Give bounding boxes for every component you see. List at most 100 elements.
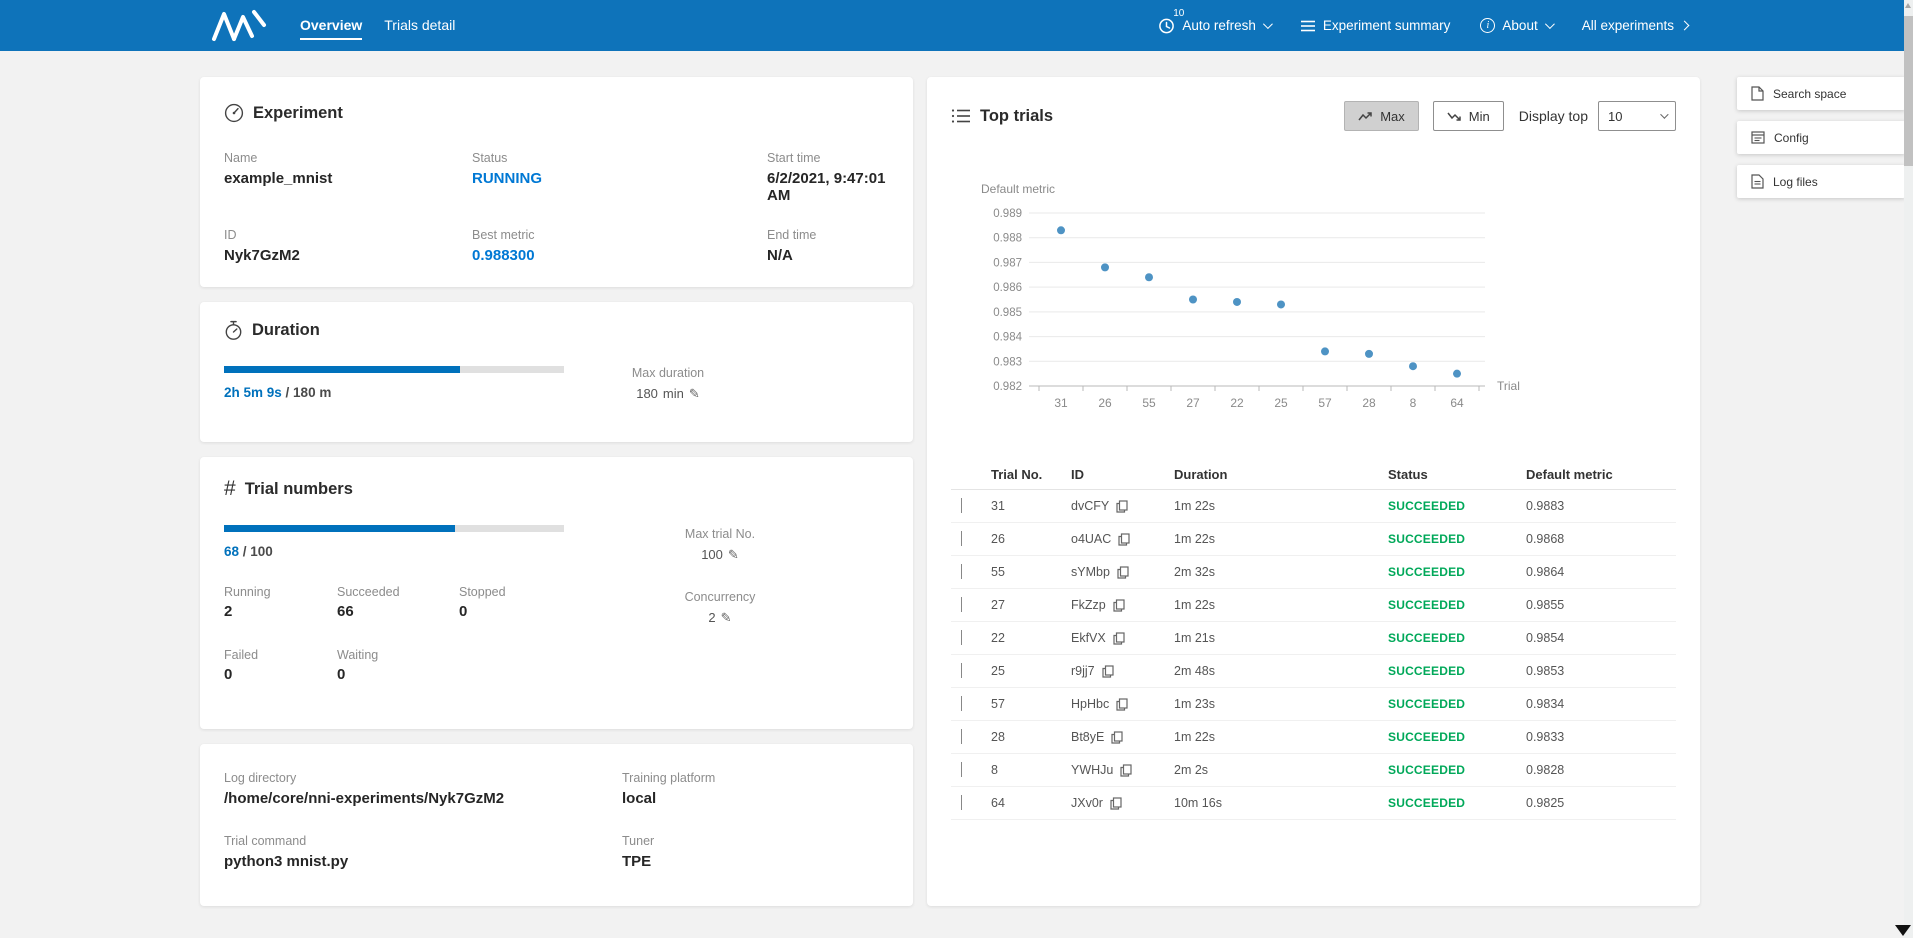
scroll-up-arrow-icon[interactable] [1905,3,1911,8]
max-trial-label: Max trial No. [672,527,768,541]
trial-id-cell: sYMbp [1071,565,1110,579]
max-toggle-button[interactable]: Max [1344,101,1419,131]
copy-icon[interactable] [1113,632,1125,645]
field-name: Name example_mnist [224,151,472,204]
copy-icon[interactable] [1111,731,1123,744]
expand-row-icon[interactable] [961,795,962,810]
metric-cell: 0.9834 [1526,697,1676,711]
about-menu[interactable]: i About [1480,18,1551,33]
experiment-panel-title: Experiment [253,104,343,123]
edit-max-trial-icon[interactable]: ✎ [728,547,739,563]
trial-no-cell: 64 [991,796,1071,810]
expand-row-icon[interactable] [961,564,962,579]
stat-succeeded: Succeeded 66 [337,585,459,620]
expand-row-icon[interactable] [961,597,962,612]
field-value: /home/core/nni-experiments/Nyk7GzM2 [224,790,622,807]
field-log-directory: Log directory /home/core/nni-experiments… [224,771,622,807]
refresh-clock-icon: 10 [1158,17,1175,34]
expand-row-icon[interactable] [961,663,962,678]
copy-icon[interactable] [1120,764,1132,777]
edit-concurrency-icon[interactable]: ✎ [721,610,732,626]
stat-value: 0 [224,666,337,683]
stopwatch-icon [224,320,243,341]
stat-value: 2 [224,603,337,620]
concurrency-value: 2 [708,610,715,625]
trial-no-cell: 57 [991,697,1071,711]
table-row: 64 JXv0r 10m 16s SUCCEEDED 0.9825 [951,787,1676,820]
copy-icon[interactable] [1116,698,1128,711]
nni-logo-icon [210,9,272,43]
duration-progress-fill [224,366,460,373]
svg-text:0.982: 0.982 [993,381,1022,393]
chevron-down-icon [1545,19,1555,29]
vertical-scrollbar[interactable] [1904,0,1913,938]
all-experiments-link[interactable]: All experiments [1582,18,1688,33]
col-trial-no: Trial No. [991,467,1071,482]
status-cell: SUCCEEDED [1388,565,1526,579]
table-row: 55 sYMbp 2m 32s SUCCEEDED 0.9864 [951,556,1676,589]
field-label: Name [224,151,472,165]
chevron-down-icon [1660,110,1668,118]
table-row: 26 o4UAC 1m 22s SUCCEEDED 0.9868 [951,523,1676,556]
field-tuner: Tuner TPE [622,834,889,870]
concurrency-label: Concurrency [672,590,768,604]
svg-text:64: 64 [1450,396,1464,410]
tab-overview[interactable]: Overview [300,11,362,40]
copy-icon[interactable] [1110,797,1122,810]
col-duration: Duration [1174,467,1388,482]
min-toggle-button[interactable]: Min [1433,101,1504,131]
scroll-down-arrow-icon[interactable] [1895,925,1911,936]
trials-progress-fill [224,525,455,532]
field-label: Trial command [224,834,622,848]
experiment-panel: Experiment Name example_mnist Status RUN… [200,77,913,287]
search-space-label: Search space [1773,87,1846,101]
edit-max-duration-icon[interactable]: ✎ [689,386,700,402]
svg-text:22: 22 [1230,396,1244,410]
stat-value: 0 [459,603,614,620]
field-value: N/A [767,247,889,264]
chevron-down-icon [1263,19,1273,29]
auto-refresh-control[interactable]: 10 Auto refresh [1158,17,1270,34]
copy-icon[interactable] [1118,533,1130,546]
col-default-metric: Default metric [1526,467,1676,482]
svg-text:0.989: 0.989 [993,208,1022,220]
metric-cell: 0.9825 [1526,796,1676,810]
field-label: Status [472,151,767,165]
table-row: 57 HpHbc 1m 23s SUCCEEDED 0.9834 [951,688,1676,721]
svg-text:Default metric: Default metric [981,182,1055,196]
copy-icon[interactable] [1102,665,1114,678]
field-end-time: End time N/A [767,228,889,264]
field-label: Best metric [472,228,767,242]
tab-trials-detail[interactable]: Trials detail [384,11,455,40]
expand-row-icon[interactable] [961,696,962,711]
status-cell: SUCCEEDED [1388,697,1526,711]
duration-cell: 10m 16s [1174,796,1388,810]
field-status: Status RUNNING [472,151,767,204]
scrollbar-thumb[interactable] [1904,16,1913,166]
experiment-summary-button[interactable]: Experiment summary [1300,18,1451,33]
copy-icon[interactable] [1113,599,1125,612]
status-cell: SUCCEEDED [1388,499,1526,513]
expand-row-icon[interactable] [961,531,962,546]
expand-row-icon[interactable] [961,630,962,645]
table-row: 27 FkZzp 1m 22s SUCCEEDED 0.9855 [951,589,1676,622]
log-files-button[interactable]: Log files [1737,165,1905,198]
table-row: 31 dvCFY 1m 22s SUCCEEDED 0.9883 [951,490,1676,523]
copy-icon[interactable] [1116,500,1128,513]
expand-row-icon[interactable] [961,729,962,744]
svg-text:28: 28 [1362,396,1376,410]
metric-cell: 0.9868 [1526,532,1676,546]
config-button[interactable]: Config [1737,121,1905,154]
stat-label: Stopped [459,585,614,599]
expand-row-icon[interactable] [961,498,962,513]
copy-icon[interactable] [1117,566,1129,579]
search-space-button[interactable]: Search space [1737,77,1905,110]
field-trial-command: Trial command python3 mnist.py [224,834,622,870]
trial-id-cell: HpHbc [1071,697,1109,711]
display-top-select[interactable]: 10 [1598,101,1676,131]
list-bullets-icon [951,107,971,125]
field-label: End time [767,228,889,242]
stat-stopped: Stopped 0 [459,585,614,620]
expand-row-icon[interactable] [961,762,962,777]
svg-text:25: 25 [1274,396,1288,410]
